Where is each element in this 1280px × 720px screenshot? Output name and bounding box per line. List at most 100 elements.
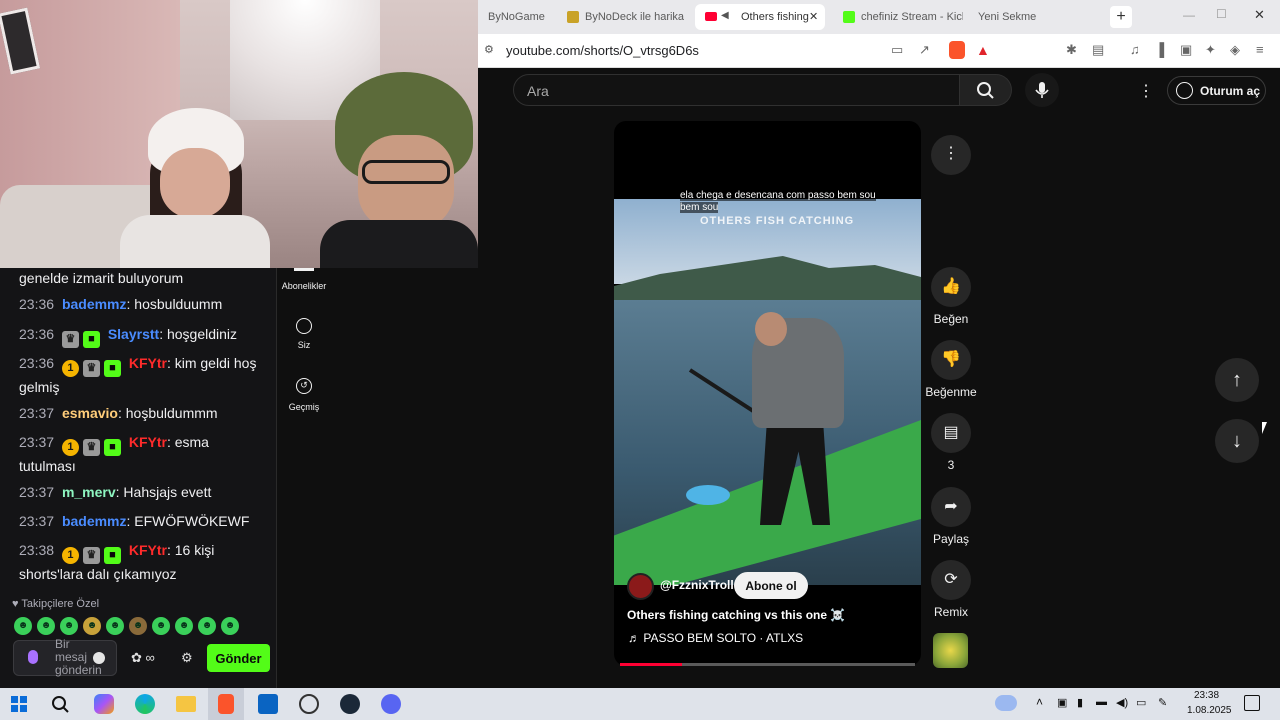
- voice-search-button[interactable]: [1025, 73, 1059, 107]
- chat-username[interactable]: m_merv: [62, 484, 116, 500]
- emoji-icon[interactable]: [93, 652, 105, 664]
- file-explorer-icon[interactable]: [176, 696, 196, 712]
- gear-icon[interactable]: ⚙: [181, 650, 193, 666]
- chat-username[interactable]: KFYtr: [129, 355, 167, 371]
- discord-icon[interactable]: [381, 694, 401, 714]
- sidebar-icon[interactable]: ▐: [1155, 42, 1164, 57]
- browser-tab[interactable]: ByNoDeck ile harika k: [557, 4, 685, 30]
- new-tab-button[interactable]: +: [1110, 6, 1132, 28]
- wallet-icon[interactable]: ▣: [1180, 42, 1192, 58]
- share-button[interactable]: ➦ Paylaş: [930, 487, 972, 546]
- steam-icon[interactable]: [340, 694, 360, 714]
- notifications-icon[interactable]: [1244, 695, 1260, 711]
- pen-icon[interactable]: ✎: [1158, 696, 1167, 709]
- video-overlay-title: OTHERS FISH CATCHING: [700, 215, 855, 227]
- chat-text: hosbulduumm: [134, 296, 223, 312]
- emote-icon[interactable]: ☻: [60, 617, 78, 635]
- subscribe-button[interactable]: Abone ol: [734, 572, 808, 599]
- leo-icon[interactable]: ✦: [1205, 42, 1216, 58]
- emote-icon[interactable]: ☻: [221, 617, 239, 635]
- browser-tab[interactable]: ByNoGame: [478, 4, 552, 30]
- history-icon: ↺: [296, 378, 312, 394]
- chat-username[interactable]: esmavio: [62, 405, 118, 421]
- previous-short-button[interactable]: ↑: [1215, 358, 1259, 402]
- windows-start-icon[interactable]: [11, 696, 27, 712]
- chat-message: 23:37 esmavio: hoşbuldummm: [19, 405, 218, 421]
- maximize-icon[interactable]: ☐: [1216, 7, 1227, 21]
- remix-label: Remix: [933, 605, 968, 619]
- chat-username[interactable]: Slayrstt: [108, 326, 159, 342]
- site-settings-icon[interactable]: ⚙: [484, 43, 494, 56]
- close-window-icon[interactable]: ✕: [1254, 7, 1265, 23]
- weather-icon[interactable]: [995, 695, 1017, 711]
- media-icon[interactable]: ♫: [1130, 42, 1140, 57]
- search-input[interactable]: [513, 74, 960, 106]
- settings-more-icon[interactable]: ⋮: [1138, 81, 1154, 101]
- emote-icon[interactable]: ☻: [129, 617, 147, 635]
- sound-thumbnail[interactable]: [933, 633, 968, 668]
- emote-icon[interactable]: ☻: [198, 617, 216, 635]
- channel-avatar[interactable]: [627, 573, 654, 600]
- mic-tray-icon[interactable]: ▮: [1077, 696, 1083, 709]
- video-title[interactable]: Others fishing catching vs this one ☠️: [627, 608, 845, 622]
- vpn-icon[interactable]: ◈: [1230, 42, 1240, 58]
- channel-name[interactable]: @FzznixTroll: [660, 578, 734, 592]
- chat-text: hoşbuldummm: [125, 405, 218, 421]
- chat-username[interactable]: KFYtr: [129, 542, 167, 558]
- close-tab-icon[interactable]: ✕: [809, 10, 818, 23]
- nav-history[interactable]: ↺ Geçmiş: [278, 378, 330, 412]
- brave-shield-icon[interactable]: [949, 41, 965, 59]
- battery-icon[interactable]: ▬: [1096, 696, 1107, 708]
- brave-rewards-icon[interactable]: ▲: [976, 42, 990, 58]
- cast-icon[interactable]: ▭: [891, 42, 903, 58]
- emote-icon[interactable]: ☻: [175, 617, 193, 635]
- chat-username[interactable]: bademmz: [62, 513, 127, 529]
- browser-tab[interactable]: Yeni Sekme: [968, 4, 1102, 30]
- brave-taskbar-active[interactable]: [208, 688, 244, 720]
- comments-button[interactable]: ▤ 3: [930, 413, 972, 472]
- emote-icon[interactable]: ☻: [14, 617, 32, 635]
- search-icon[interactable]: [51, 695, 69, 713]
- taskbar-clock-time[interactable]: 23:38: [1194, 690, 1219, 701]
- more-options-button[interactable]: ⋮: [931, 135, 971, 175]
- taskbar-clock-date[interactable]: 1.08.2025: [1187, 705, 1232, 716]
- emote-icon[interactable]: ☻: [83, 617, 101, 635]
- obs-icon[interactable]: [299, 694, 319, 714]
- microphone-icon[interactable]: [28, 650, 38, 664]
- sign-in-button[interactable]: Oturum aç: [1167, 76, 1266, 105]
- crown-badge-icon: ♛: [82, 547, 100, 564]
- volume-icon[interactable]: ◀): [1116, 696, 1128, 709]
- remix-button[interactable]: ⟳ Remix: [930, 560, 972, 619]
- crown-badge-icon: ♛: [82, 360, 100, 377]
- speaker-icon[interactable]: ◀: [721, 10, 733, 22]
- emote-icon[interactable]: ☻: [106, 617, 124, 635]
- browser-tab[interactable]: chefiniz Stream - Kick: [833, 4, 963, 30]
- menu-icon[interactable]: ≡: [1256, 42, 1264, 57]
- camera-icon[interactable]: ▣: [1057, 696, 1067, 709]
- nav-you[interactable]: Siz: [278, 318, 330, 350]
- extensions-icon[interactable]: ✱: [1066, 42, 1077, 58]
- chat-extra-icon[interactable]: ✿ ∞: [131, 650, 155, 666]
- like-button[interactable]: 👍 Beğen: [930, 267, 972, 326]
- next-short-button[interactable]: ↓: [1215, 419, 1259, 463]
- emote-icon[interactable]: ☻: [37, 617, 55, 635]
- reader-icon[interactable]: ▤: [1092, 42, 1104, 58]
- browser-tab-active[interactable]: ◀ Others fishing ✕: [695, 4, 825, 30]
- dislike-button[interactable]: 👎 Beğenme: [925, 340, 977, 399]
- edge-icon[interactable]: [135, 694, 155, 714]
- sound-link[interactable]: ♬ PASSO BEM SOLTO · ATLXS: [628, 631, 803, 645]
- search-button[interactable]: [960, 74, 1012, 106]
- nav-subscriptions[interactable]: Abonelikler: [278, 268, 330, 291]
- url-text[interactable]: youtube.com/shorts/O_vtrsg6D6s: [506, 43, 699, 58]
- copilot-icon[interactable]: [94, 694, 114, 714]
- chat-username[interactable]: KFYtr: [129, 434, 167, 450]
- emote-icon[interactable]: ☻: [152, 617, 170, 635]
- outlook-icon[interactable]: [258, 694, 278, 714]
- share-icon[interactable]: ↗: [919, 42, 930, 58]
- chat-username[interactable]: bademmz: [62, 296, 127, 312]
- crown-badge-icon: ♛: [82, 439, 100, 456]
- minimize-icon[interactable]: —: [1183, 8, 1195, 22]
- chevron-up-icon[interactable]: ˄: [1036, 695, 1043, 709]
- send-button[interactable]: Gönder: [207, 644, 270, 672]
- network-icon[interactable]: ▭: [1136, 696, 1146, 709]
